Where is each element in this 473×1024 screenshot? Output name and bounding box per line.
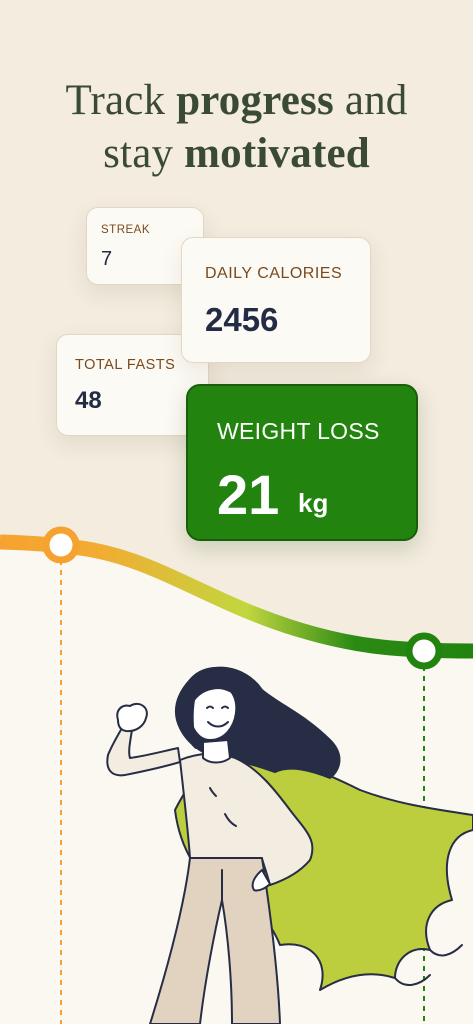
headline-line-2: stay motivated <box>0 127 473 180</box>
total-fasts-label: TOTAL FASTS <box>75 357 176 373</box>
headline-text: Track <box>65 77 177 124</box>
daily-calories-value: 2456 <box>205 301 279 338</box>
headline-emphasis: motivated <box>184 130 370 177</box>
streak-label: STREAK <box>101 224 151 236</box>
total-fasts-value: 48 <box>75 387 102 414</box>
daily-calories-label: DAILY CALORIES <box>205 265 343 282</box>
weight-loss-unit: kg <box>298 488 329 518</box>
streak-value: 7 <box>101 248 113 270</box>
weight-loss-label: WEIGHT LOSS <box>217 418 380 444</box>
headline-text: and <box>333 77 408 124</box>
weight-loss-card: WEIGHT LOSS 21 kg <box>186 384 418 541</box>
start-marker <box>42 526 80 564</box>
headline-line-1: Track progress and <box>0 74 473 127</box>
daily-calories-card: DAILY CALORIES 2456 <box>181 237 371 363</box>
headline-text: stay <box>103 130 185 177</box>
end-marker <box>405 632 443 670</box>
headline: Track progress and stay motivated <box>0 74 473 180</box>
headline-emphasis: progress <box>176 77 334 124</box>
weight-loss-value: 21 <box>217 463 280 526</box>
